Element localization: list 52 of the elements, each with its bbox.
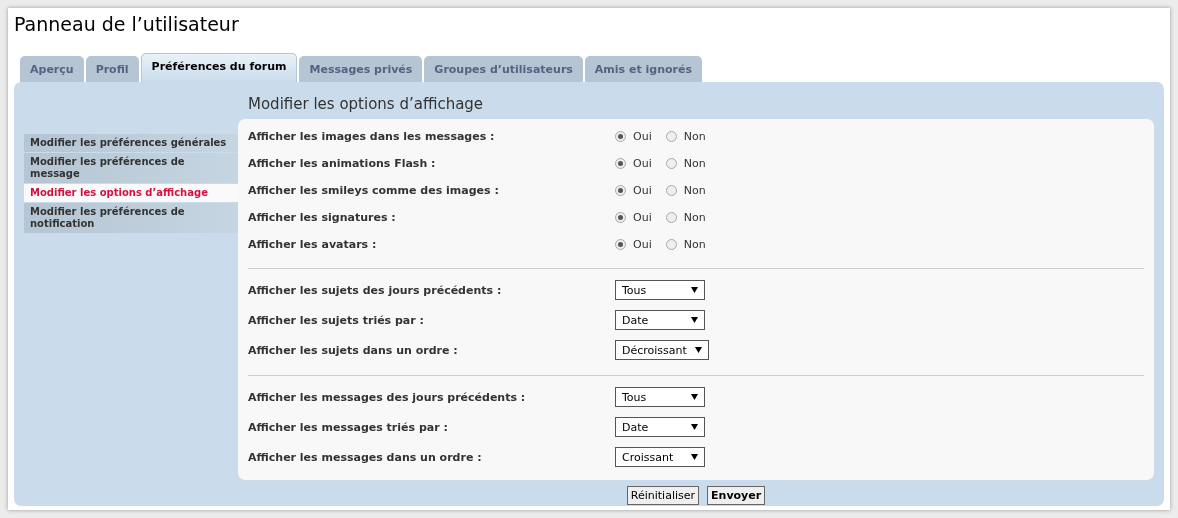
caret-icon	[691, 454, 698, 460]
caret-icon	[691, 394, 698, 400]
option-label: Afficher les smileys comme des images :	[248, 184, 500, 197]
radio-label: Non	[683, 238, 706, 251]
dropdown[interactable]: Tous	[615, 280, 705, 300]
reset-button[interactable]: Réinitialiser	[626, 486, 700, 505]
radio-label: Non	[683, 157, 706, 170]
radio-button[interactable]	[615, 239, 626, 250]
radio-button[interactable]	[615, 212, 626, 223]
page-title: Panneau de l’utilisateur	[14, 12, 240, 37]
tab[interactable]: Préférences du forum	[140, 53, 298, 82]
radio-label: Oui	[633, 157, 652, 170]
option-label: Afficher les messages des jours précédents :	[248, 390, 527, 404]
sidebar-item[interactable]: Modifier les préférences de notification	[24, 203, 238, 233]
option-label: Afficher les messages dans un ordre :	[248, 450, 483, 464]
dropdown[interactable]: Décroissant	[615, 340, 709, 360]
radio-label: Oui	[633, 211, 652, 224]
sidebar-item[interactable]: Modifier les options d’affichage	[24, 184, 238, 202]
caret-icon	[691, 287, 698, 293]
dropdown[interactable]: Croissant	[615, 447, 705, 467]
radio-button[interactable]	[665, 239, 677, 250]
radio-label: Non	[683, 211, 706, 224]
radio-button[interactable]	[615, 158, 626, 169]
radio-button[interactable]	[665, 131, 677, 142]
option-label: Afficher les animations Flash :	[248, 157, 437, 170]
option-label: Afficher les sujets triés par :	[248, 313, 425, 327]
sidebar-item[interactable]: Modifier les préférences de message	[24, 153, 238, 183]
radio-label: Oui	[633, 238, 652, 251]
dropdown[interactable]: Date	[615, 310, 705, 330]
option-label: Afficher les messages triés par :	[248, 420, 449, 434]
caret-icon	[691, 424, 698, 430]
radio-label: Non	[683, 130, 706, 143]
radio-label: Non	[683, 184, 706, 197]
section-heading: Modifier les options d’affichage	[247, 94, 485, 115]
dropdown[interactable]: Date	[615, 417, 705, 437]
radio-button[interactable]	[665, 185, 677, 196]
submit-button[interactable]: Envoyer	[707, 486, 766, 505]
radio-button[interactable]	[615, 131, 626, 142]
radio-button[interactable]	[665, 212, 677, 223]
caret-icon	[694, 347, 702, 353]
option-label: Afficher les sujets des jours précédents :	[248, 283, 503, 297]
caret-icon	[691, 317, 698, 323]
option-label: Afficher les images dans les messages :	[248, 130, 496, 143]
dropdown[interactable]: Tous	[615, 387, 705, 407]
sidebar-item[interactable]: Modifier les préférences générales	[24, 134, 238, 152]
radio-label: Oui	[633, 130, 652, 143]
option-label: Afficher les avatars :	[248, 238, 378, 251]
radio-label: Oui	[633, 184, 652, 197]
radio-button[interactable]	[665, 158, 677, 169]
option-label: Afficher les sujets dans un ordre :	[248, 343, 459, 357]
radio-button[interactable]	[615, 185, 626, 196]
option-label: Afficher les signatures :	[248, 211, 397, 224]
